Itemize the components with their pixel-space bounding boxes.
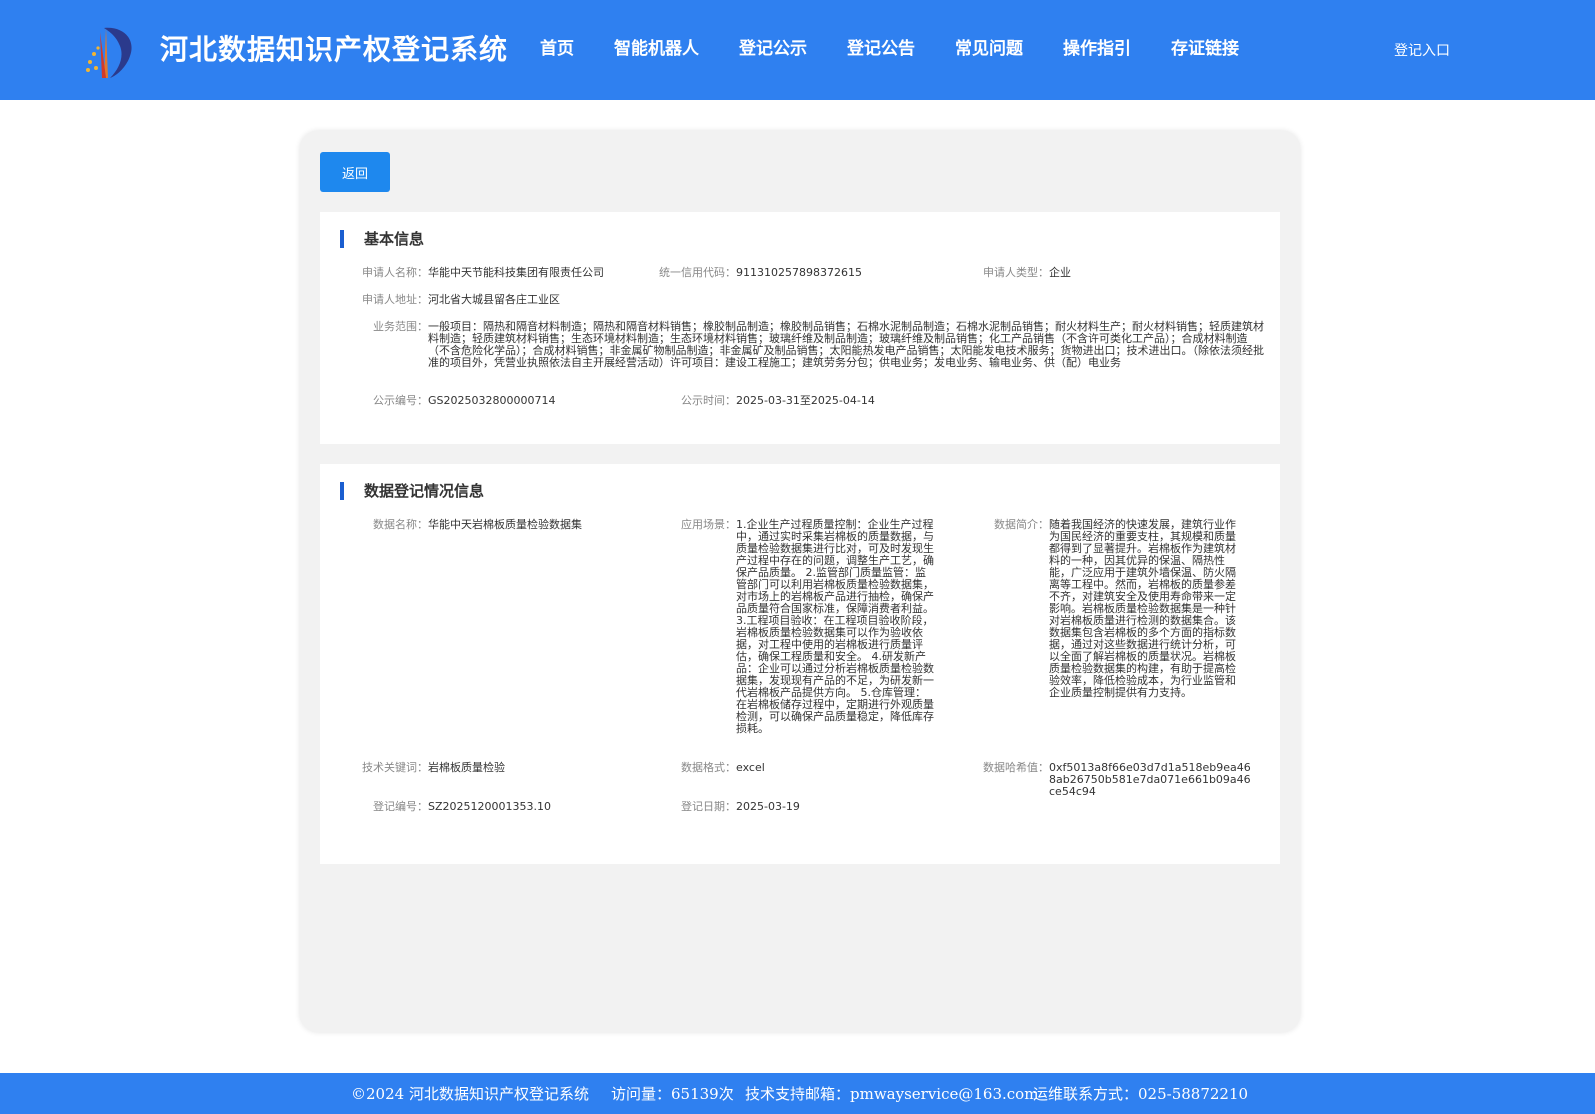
main-nav: 首页 智能机器人 登记公示 登记公告 常见问题 操作指引 存证链接 [540,34,1279,59]
data-introduction: 随着我国经济的快速发展，建筑行业作为国民经济的重要支柱，其规模和质量都得到了显著… [1049,518,1236,699]
application-scenario: 1.企业生产过程质量控制：企业生产过程中，通过实时采集岩棉板的质量数据，与质量检… [736,518,934,735]
data-info-title: 数据登记情况信息 [340,482,484,500]
scenario-field: 应用场景： 1.企业生产过程质量控制：企业生产过程中，通过实时采集岩棉板的质量数… [650,519,950,735]
data-name: 华能中天岩棉板质量检验数据集 [428,518,582,531]
field-label: 业务范围： [373,320,428,333]
field-label: 登记日期： [681,800,736,813]
top-header: 河北数据知识产权登记系统 首页 智能机器人 登记公示 登记公告 常见问题 操作指… [0,0,1595,100]
field-label: 数据简介： [994,518,1049,531]
footer-email: 技术支持邮箱：pmwayservice@163.com [745,1085,1039,1103]
data-format: excel [736,761,765,774]
nav-announcement[interactable]: 登记公告 [847,34,915,59]
detail-panel: 返回 基本信息 申请人名称： 华能中天节能科技集团有限责任公司 统一信用代码： … [300,131,1300,1032]
field-label: 申请人类型： [983,266,1049,279]
applicant-type: 企业 [1049,266,1071,279]
credit-code-field: 统一信用代码： 911310257898372615 [650,267,920,279]
registration-date: 2025-03-19 [736,800,800,813]
reg-no-field: 登记编号： SZ2025120001353.10 [340,801,640,813]
nav-publicity[interactable]: 登记公示 [739,34,807,59]
applicant-name-field: 申请人名称： 华能中天节能科技集团有限责任公司 [340,267,620,279]
publication-time: 2025-03-31至2025-04-14 [736,394,875,407]
reg-date-field: 登记日期： 2025-03-19 [650,801,950,813]
basic-info-title: 基本信息 [340,230,424,248]
applicant-name: 华能中天节能科技集团有限责任公司 [428,266,604,279]
nav-home[interactable]: 首页 [540,34,574,59]
applicant-address: 河北省大城县留各庄工业区 [428,293,560,306]
basic-info-card: 基本信息 申请人名称： 华能中天节能科技集团有限责任公司 统一信用代码： 911… [320,212,1280,444]
footer-visits: 访问量：65139次 [611,1085,734,1103]
business-scope: 一般项目：隔热和隔音材料制造；隔热和隔音材料销售；橡胶制品制造；橡胶制品销售；石… [428,320,1264,369]
intro-field: 数据简介： 随着我国经济的快速发展，建筑行业作为国民经济的重要支柱，其规模和质量… [975,519,1265,699]
address-field: 申请人地址： 河北省大城县留各庄工业区 [340,294,840,306]
applicant-type-field: 申请人类型： 企业 [975,267,1265,279]
keywords-field: 技术关键词： 岩棉板质量检验 [340,762,640,774]
field-label: 数据名称： [373,518,428,531]
data-hash: 0xf5013a8f66e03d7d1a518eb9ea468ab26750b5… [1049,761,1251,798]
login-link[interactable]: 登记入口 [1394,40,1450,60]
field-label: 统一信用代码： [659,266,736,279]
data-registration-card: 数据登记情况信息 数据名称： 华能中天岩棉板质量检验数据集 应用场景： 1.企业… [320,464,1280,864]
field-label: 数据格式： [681,761,736,774]
site-footer: ©2024 河北数据知识产权登记系统 访问量：65139次 技术支持邮箱：pmw… [0,1073,1595,1114]
footer-phone: 运维联系方式：025-58872210 [1033,1085,1249,1103]
field-label: 应用场景： [681,518,736,531]
nav-guide[interactable]: 操作指引 [1063,34,1131,59]
field-label: 公示编号： [373,394,428,407]
format-field: 数据格式： excel [650,762,950,774]
nav-evidence-link[interactable]: 存证链接 [1171,34,1239,59]
hash-field: 数据哈希值： 0xf5013a8f66e03d7d1a518eb9ea468ab… [975,762,1265,798]
field-label: 数据哈希值： [983,761,1049,774]
field-label: 公示时间： [681,394,736,407]
pub-time-field: 公示时间： 2025-03-31至2025-04-14 [650,395,950,407]
registration-number: SZ2025120001353.10 [428,800,551,813]
site-logo-icon[interactable] [80,24,136,80]
data-name-field: 数据名称： 华能中天岩棉板质量检验数据集 [340,519,640,531]
field-label: 登记编号： [373,800,428,813]
site-title: 河北数据知识产权登记系统 [160,33,509,66]
scope-field: 业务范围： 一般项目：隔热和隔音材料制造；隔热和隔音材料销售；橡胶制品制造；橡胶… [340,321,1265,369]
field-label: 技术关键词： [362,761,428,774]
back-button[interactable]: 返回 [320,152,390,192]
credit-code: 911310257898372615 [736,266,862,279]
nav-robot[interactable]: 智能机器人 [614,34,699,59]
tech-keywords: 岩棉板质量检验 [428,761,505,774]
nav-faq[interactable]: 常见问题 [955,34,1023,59]
footer-copyright: ©2024 河北数据知识产权登记系统 [351,1085,589,1103]
pub-no-field: 公示编号： GS2025032800000714 [340,395,640,407]
field-label: 申请人名称： [362,266,428,279]
publication-number: GS2025032800000714 [428,394,556,407]
field-label: 申请人地址： [362,293,428,306]
